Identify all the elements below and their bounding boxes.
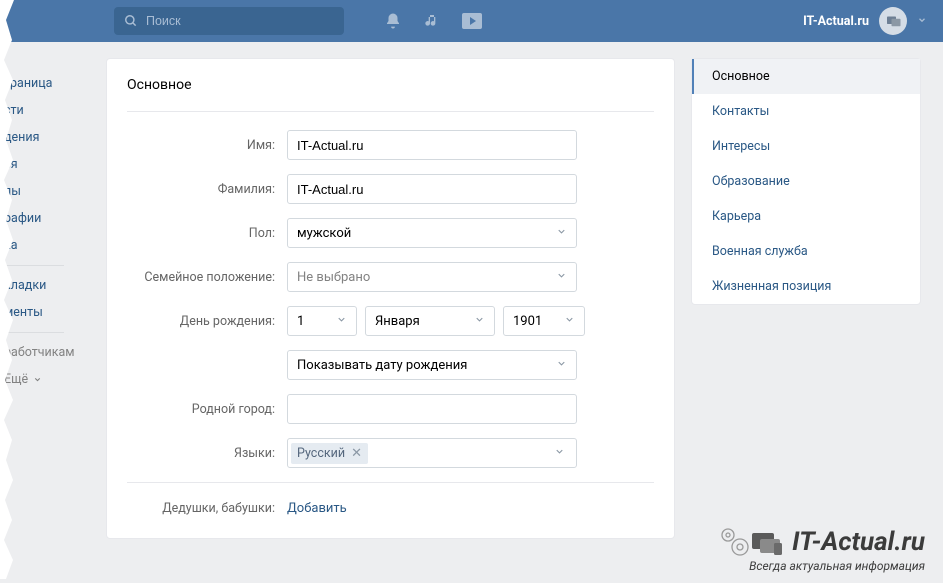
nav-item[interactable]: кладки bbox=[4, 272, 90, 299]
row-bday-display: Показывать дату рождения bbox=[127, 350, 654, 380]
side-item-interests[interactable]: Интересы bbox=[692, 129, 920, 164]
nav-item[interactable]: пы bbox=[4, 178, 90, 205]
sex-select[interactable]: мужской bbox=[287, 218, 577, 248]
header-user[interactable]: IT-Actual.ru bbox=[803, 7, 927, 35]
label-languages: Языки: bbox=[127, 446, 287, 461]
torn-edge bbox=[0, 0, 14, 579]
relationship-select[interactable]: Не выбрано bbox=[287, 262, 577, 292]
video-icon[interactable] bbox=[462, 13, 482, 29]
row-first-name: Имя: bbox=[127, 130, 654, 160]
chevron-down-icon bbox=[33, 375, 42, 384]
side-item-education[interactable]: Образование bbox=[692, 164, 920, 199]
chevron-down-icon bbox=[474, 314, 485, 329]
music-icon[interactable] bbox=[424, 13, 440, 29]
search-icon bbox=[124, 14, 138, 28]
bday-year-select[interactable]: 1901 bbox=[503, 306, 585, 336]
add-grandparents-link[interactable]: Добавить bbox=[287, 501, 347, 516]
nav-item[interactable]: работчикам bbox=[4, 339, 90, 366]
watermark-subtitle: Всегда актуальная информация bbox=[716, 559, 925, 573]
chevron-down-icon bbox=[556, 226, 567, 241]
form-card: Основное Имя: Фамилия: Пол: мужской bbox=[106, 58, 675, 539]
nav-item[interactable]: ка bbox=[4, 232, 90, 259]
row-hometown: Родной город: bbox=[127, 394, 654, 424]
watermark: IT-Actual.ru Всегда актуальная информаци… bbox=[716, 525, 925, 573]
bday-day-select[interactable]: 1 bbox=[287, 306, 357, 336]
label-relationship: Семейное положение: bbox=[127, 270, 287, 285]
chevron-down-icon bbox=[917, 14, 927, 29]
side-item-position[interactable]: Жизненная позиция bbox=[692, 269, 920, 304]
label-sex: Пол: bbox=[127, 226, 287, 241]
nav-more[interactable]: Ещё bbox=[4, 366, 90, 393]
bday-display-select[interactable]: Показывать дату рождения bbox=[287, 350, 577, 380]
nav-item[interactable]: менты bbox=[4, 299, 90, 326]
side-item-military[interactable]: Военная служба bbox=[692, 234, 920, 269]
first-name-input[interactable] bbox=[287, 130, 577, 160]
chevron-down-icon bbox=[556, 270, 567, 285]
row-birthday: День рождения: 1 Января bbox=[127, 306, 654, 336]
languages-input[interactable]: Русский ✕ bbox=[287, 438, 577, 468]
card-title: Основное bbox=[107, 59, 674, 111]
nav-item[interactable]: ья bbox=[4, 151, 90, 178]
language-tag: Русский ✕ bbox=[291, 443, 368, 464]
side-nav-card: Основное Контакты Интересы Образование К… bbox=[691, 58, 921, 305]
row-grandparents: Дедушки, бабушки: Добавить bbox=[127, 501, 654, 516]
remove-tag-icon[interactable]: ✕ bbox=[351, 447, 362, 460]
side-item-contacts[interactable]: Контакты bbox=[692, 94, 920, 129]
search-input[interactable] bbox=[146, 14, 334, 28]
search-box[interactable] bbox=[114, 7, 344, 35]
watermark-title: IT-Actual.ru bbox=[792, 527, 925, 557]
separator bbox=[127, 482, 654, 483]
notifications-icon[interactable] bbox=[384, 12, 402, 30]
bday-month-select[interactable]: Января bbox=[365, 306, 495, 336]
nav-item[interactable]: рафии bbox=[4, 205, 90, 232]
chevron-down-icon bbox=[336, 314, 347, 329]
top-header: IT-Actual.ru bbox=[0, 0, 943, 42]
gear-devices-icon bbox=[716, 525, 786, 559]
label-first-name: Имя: bbox=[127, 138, 287, 153]
nav-item[interactable]: дения bbox=[4, 124, 90, 151]
last-name-input[interactable] bbox=[287, 174, 577, 204]
avatar bbox=[879, 7, 907, 35]
row-relationship: Семейное положение: Не выбрано bbox=[127, 262, 654, 292]
label-last-name: Фамилия: bbox=[127, 182, 287, 197]
hometown-input[interactable] bbox=[287, 394, 577, 424]
header-icons bbox=[384, 12, 482, 30]
label-grandparents: Дедушки, бабушки: bbox=[127, 501, 287, 516]
nav-item[interactable]: сти bbox=[4, 97, 90, 124]
nav-item[interactable]: траница bbox=[4, 70, 90, 97]
row-last-name: Фамилия: bbox=[127, 174, 654, 204]
label-birthday: День рождения: bbox=[127, 314, 287, 329]
row-sex: Пол: мужской bbox=[127, 218, 654, 248]
main-column: Основное Имя: Фамилия: Пол: мужской bbox=[106, 58, 921, 539]
chevron-down-icon bbox=[556, 358, 567, 373]
side-item-general[interactable]: Основное bbox=[692, 59, 920, 94]
page-body: траница сти дения ья пы рафии ка кладки … bbox=[0, 42, 943, 539]
form-body: Имя: Фамилия: Пол: мужской bbox=[107, 112, 674, 538]
row-languages: Языки: Русский ✕ bbox=[127, 438, 654, 468]
label-hometown: Родной город: bbox=[127, 402, 287, 417]
username: IT-Actual.ru bbox=[803, 14, 869, 29]
chevron-down-icon bbox=[564, 314, 575, 329]
side-item-career[interactable]: Карьера bbox=[692, 199, 920, 234]
chevron-down-icon bbox=[554, 446, 565, 461]
